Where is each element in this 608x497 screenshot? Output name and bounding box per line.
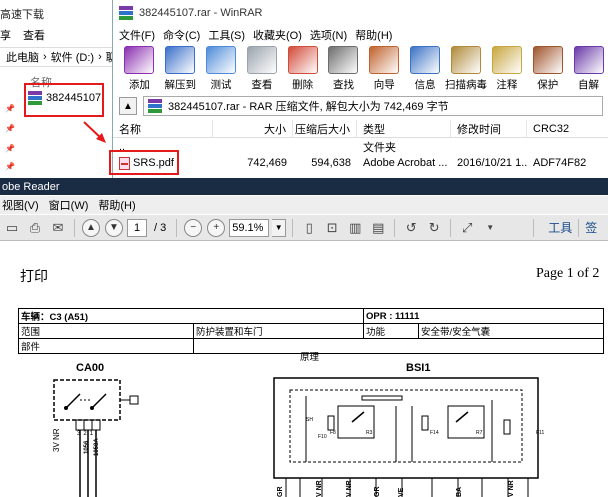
chevron-down-icon[interactable]: ▼ <box>272 218 287 237</box>
page-total: / 3 <box>154 221 167 234</box>
reader-menubar: 视图(V) 窗口(W) 帮助(H) <box>0 196 608 214</box>
ca00-label: CA00 <box>76 362 105 374</box>
wire-label: V NR <box>508 480 515 497</box>
ca00-pin-labels: 321 <box>77 431 97 437</box>
print-icon[interactable]: ⎙ <box>25 218 45 238</box>
principle-label: 原理 <box>300 352 320 363</box>
reader-menu-view[interactable]: 视图(V) <box>2 197 39 213</box>
wire-label: 3V NR <box>52 428 61 452</box>
reader-window: obe Reader 视图(V) 窗口(W) 帮助(H) ▭ ⎙ ✉ ▲ ▼ 1… <box>0 178 608 497</box>
diagram-label: F14 <box>430 430 439 436</box>
rotate-left-icon[interactable]: ↺ <box>401 218 421 238</box>
wire-label: GR <box>277 486 284 497</box>
scope-value: 防护装置和车门 <box>193 323 364 339</box>
next-page-icon[interactable]: ▼ <box>105 218 123 237</box>
part-label: 部件 <box>18 338 194 354</box>
save-icon[interactable]: ▭ <box>2 218 22 238</box>
bsi1-label: BSI1 <box>406 362 431 374</box>
reader-toolbar: ▭ ⎙ ✉ ▲ ▼ 1 / 3 − + 59.1% ▼ ▯ ⊡ ▥ ▤ ↺ ↻ … <box>0 215 608 241</box>
wire-label: VE <box>398 487 405 497</box>
reader-menu-window[interactable]: 窗口(W) <box>49 197 89 213</box>
zoom-in-icon[interactable]: + <box>207 218 226 237</box>
fit-page-icon[interactable]: ⊡ <box>322 218 342 238</box>
rotate-right-icon[interactable]: ↻ <box>424 218 444 238</box>
wire-label: BA <box>456 486 463 497</box>
wire-label: 1056 <box>84 440 90 454</box>
wire-label: GR <box>374 486 381 497</box>
wire-label: V NR <box>316 480 323 497</box>
ca00-diagram <box>53 379 139 497</box>
tools-button[interactable]: 工具 <box>548 219 572 236</box>
previous-page-icon[interactable]: ▲ <box>82 218 100 237</box>
email-icon[interactable]: ✉ <box>48 218 68 238</box>
wire-label: V NR <box>346 480 353 497</box>
diagram-label: F8 <box>330 430 336 436</box>
opr-cell: OPR : 11111 <box>363 308 604 324</box>
single-page-icon[interactable]: ▯ <box>299 218 319 238</box>
bsi1-diagram <box>273 377 539 497</box>
sign-button[interactable]: 签 <box>585 219 597 236</box>
diagram-label: SH <box>306 417 313 423</box>
reader-titlebar[interactable]: obe Reader <box>0 178 608 195</box>
function-value: 安全带/安全气囊 <box>418 323 604 339</box>
page-number-input[interactable]: 1 <box>127 218 147 237</box>
print-title: 打印 <box>20 270 48 285</box>
diagram-label: F10 <box>318 434 327 440</box>
chevron-down-icon[interactable]: ▼ <box>480 218 500 238</box>
diagram-label: R3 <box>366 430 373 436</box>
two-page-icon[interactable]: ▥ <box>345 218 365 238</box>
vehicle-cell: 车辆：C3 (A51) <box>18 308 364 324</box>
diagram-label: F11 <box>536 430 545 436</box>
reader-menu-help[interactable]: 帮助(H) <box>98 197 135 213</box>
wire-label: 1058A <box>94 438 100 456</box>
scroll-mode-icon[interactable]: ▤ <box>368 218 388 238</box>
fullscreen-icon[interactable]: ⤢ <box>457 218 477 238</box>
scope-label: 范围 <box>18 323 194 339</box>
zoom-out-icon[interactable]: − <box>184 218 203 237</box>
document-page[interactable]: 打印 Page 1 of 2 车辆：C3 (A51) OPR : 11111 范… <box>0 242 608 497</box>
zoom-input[interactable]: 59.1% <box>229 218 270 237</box>
function-label: 功能 <box>363 323 419 339</box>
diagram-label: R7 <box>476 430 483 436</box>
vehicle-info-table: 车辆：C3 (A51) OPR : 11111 范围 防护装置和车门 功能 安全… <box>18 308 604 354</box>
page-label: Page 1 of 2 <box>536 266 600 281</box>
